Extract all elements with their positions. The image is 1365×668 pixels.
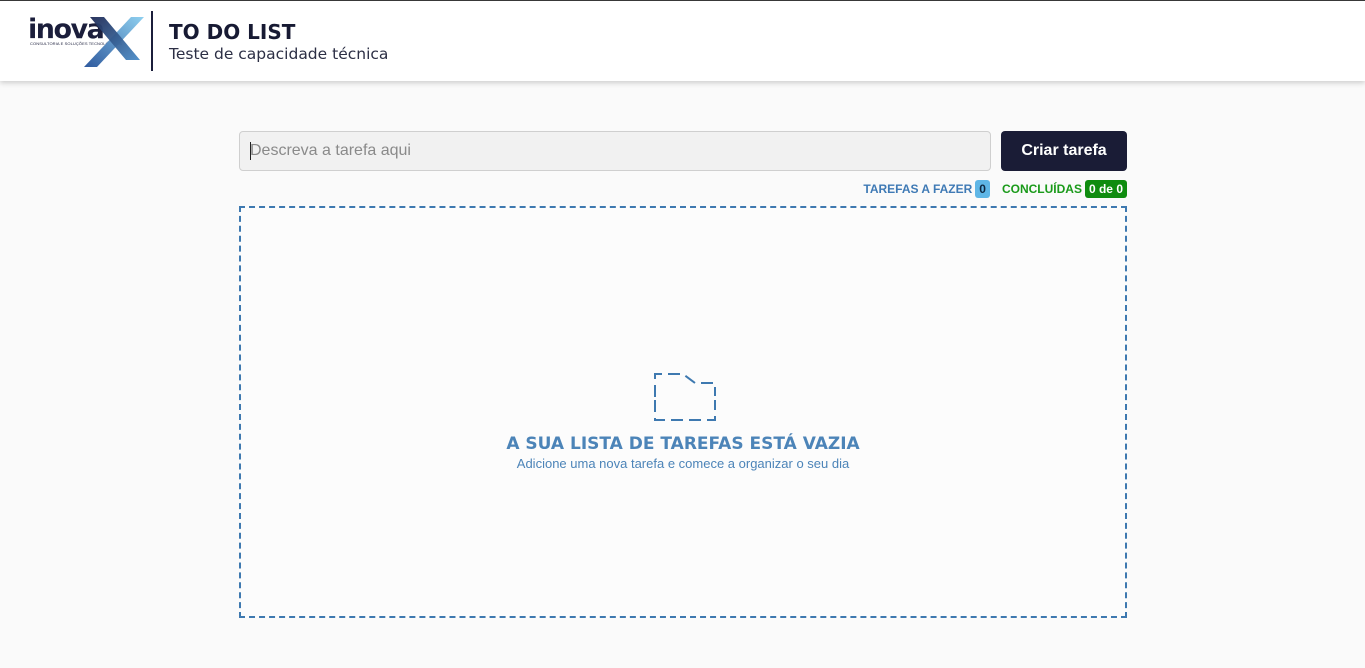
inovax-logo: inova CONSULTORIA E SOLUÇÕES TECNOLÓGICA… — [27, 14, 147, 68]
empty-state-title: A SUA LISTA DE TAREFAS ESTÁ VAZIA — [506, 434, 860, 454]
todo-label: TAREFAS A FAZER — [863, 181, 973, 196]
empty-state-subtitle: Adicione uma nova tarefa e comece a orga… — [516, 456, 850, 471]
done-count-badge: 0 de 0 — [1084, 179, 1127, 198]
page-subtitle: Teste de capacidade técnica — [169, 45, 389, 63]
task-counters: TAREFAS A FAZER 0 CONCLUÍDAS 0 de 0 — [863, 179, 1127, 198]
todo-count-badge: 0 — [975, 179, 990, 198]
done-label: CONCLUÍDAS — [1001, 181, 1082, 196]
text-cursor — [250, 142, 251, 160]
app-header: inova CONSULTORIA E SOLUÇÕES TECNOLÓGICA… — [0, 1, 1365, 81]
create-task-button[interactable]: Criar tarefa — [1001, 131, 1127, 171]
logo-x-mark — [84, 17, 144, 67]
folder-icon — [654, 373, 716, 421]
page-title: TO DO LIST — [169, 20, 296, 44]
header-divider — [151, 11, 153, 71]
task-list-area: A SUA LISTA DE TAREFAS ESTÁ VAZIA Adicio… — [239, 206, 1127, 618]
task-description-input[interactable] — [239, 131, 991, 171]
